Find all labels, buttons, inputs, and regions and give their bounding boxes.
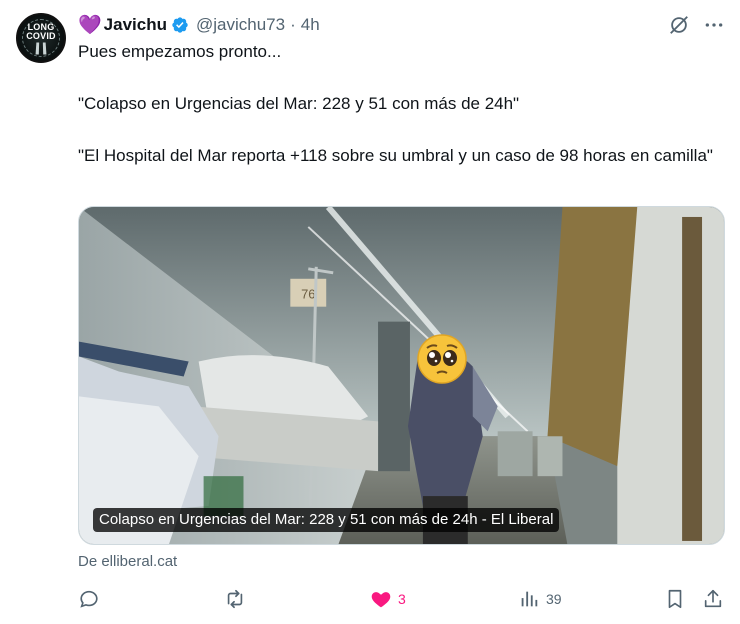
purple-heart-icon: 💜 (78, 14, 102, 36)
tweet-text: Pues empezamos pronto... "Colapso en Urg… (78, 40, 724, 168)
separator-dot: · (290, 15, 296, 34)
views-count: 39 (546, 591, 562, 607)
tweet-paragraph-2: "Colapso en Urgencias del Mar: 228 y 51 … (78, 94, 520, 113)
link-card[interactable]: 76 Colapso en Urgencias del Mar: 228 y 5… (78, 206, 725, 545)
like-button[interactable]: 3 (370, 584, 406, 614)
verified-badge-icon (172, 17, 188, 33)
top-actions (668, 14, 724, 36)
bookmark-icon (668, 589, 682, 609)
card-source[interactable]: De elliberal.cat (78, 553, 177, 570)
tweet-header: 💜 Javichu @javichu73 · 4h (78, 13, 320, 37)
hospital-corridor-image: 76 (79, 207, 724, 544)
bookmark-button[interactable] (664, 584, 686, 614)
more-options-icon[interactable] (704, 15, 724, 35)
retweet-button[interactable] (224, 584, 246, 614)
share-icon (704, 589, 722, 608)
timestamp[interactable]: 4h (301, 15, 320, 35)
tweet-paragraph-3: "El Hospital del Mar reporta +118 sobre … (78, 146, 713, 165)
room-number: 76 (301, 287, 315, 302)
reply-button[interactable] (78, 584, 100, 614)
heart-icon (371, 592, 391, 608)
pleading-face-icon (417, 334, 467, 384)
action-bar: 3 39 (70, 584, 732, 614)
reply-icon (80, 590, 98, 608)
tweet-paragraph-1: Pues empezamos pronto... (78, 42, 282, 61)
card-title[interactable]: Colapso en Urgencias del Mar: 228 y 51 c… (93, 508, 560, 532)
avatar[interactable]: LONG COVID (16, 13, 66, 63)
like-count: 3 (398, 591, 406, 607)
display-name[interactable]: Javichu (104, 15, 167, 35)
tweet: LONG COVID 💜 Javichu @javichu73 · 4h Pue… (0, 0, 740, 624)
retweet-icon (227, 589, 243, 609)
views-icon (521, 591, 538, 607)
ribbon-icon (35, 42, 47, 54)
views-button[interactable]: 39 (518, 584, 562, 614)
share-button[interactable] (702, 584, 724, 614)
grok-icon[interactable] (668, 14, 690, 36)
handle[interactable]: @javichu73 (196, 15, 285, 35)
avatar-text-bottom: COVID (26, 30, 56, 41)
